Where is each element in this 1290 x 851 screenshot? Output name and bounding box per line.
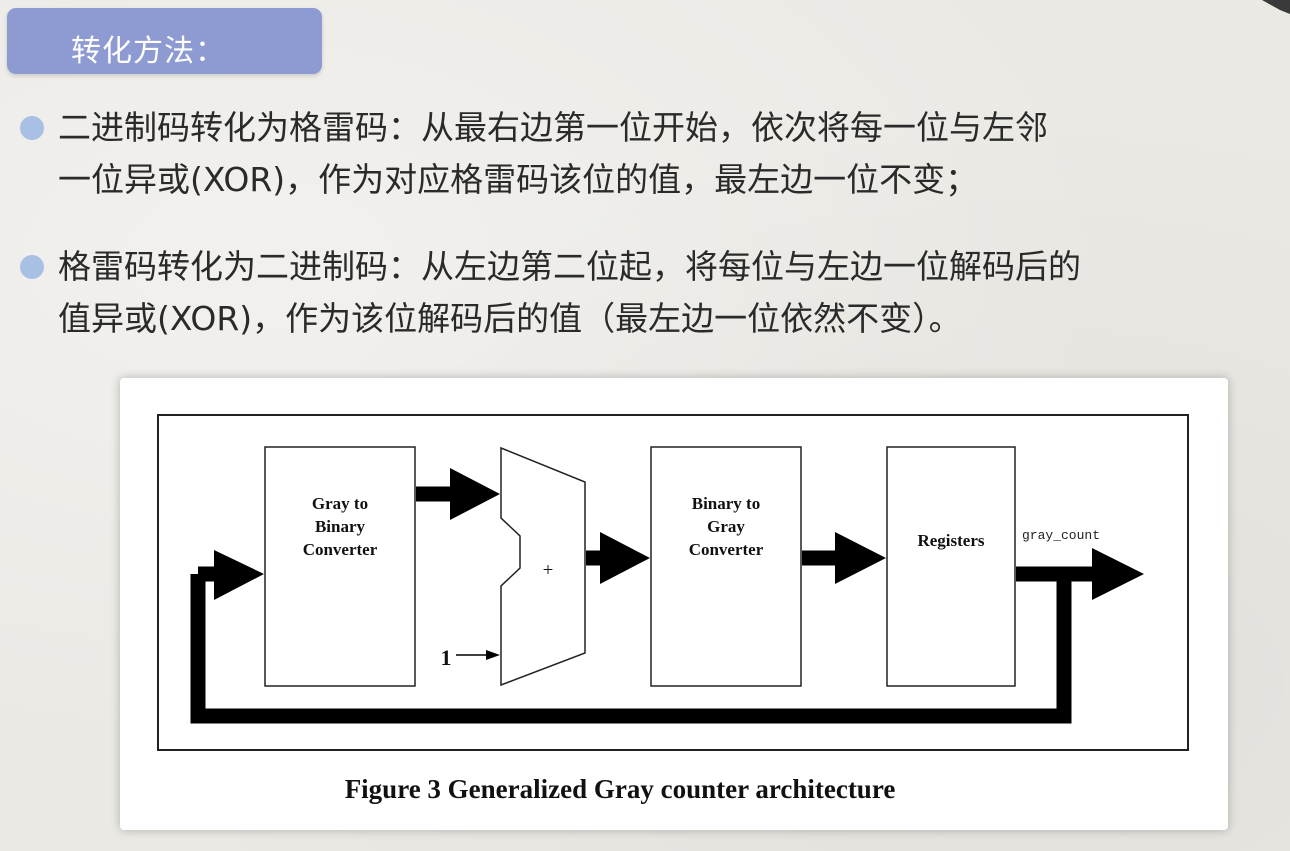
gray-to-binary-converter-block <box>264 446 416 687</box>
figure-frame: Gray to Binary Converter + 1 Binary to G… <box>120 378 1228 830</box>
gray-counter-diagram: Gray to Binary Converter + 1 Binary to G… <box>157 414 1189 804</box>
bullet-gray-to-binary: 格雷码转化为二进制码：从左边第二位起，将每位与左边一位解码后的 值异或(XOR)… <box>20 241 1282 345</box>
bullet-line: 格雷码转化为二进制码：从左边第二位起，将每位与左边一位解码后的 <box>58 247 1081 286</box>
block-label: Binary to <box>692 494 760 513</box>
block-label: Gray to <box>312 494 368 513</box>
corner-decoration <box>1262 0 1290 14</box>
block-label: Binary <box>315 517 366 536</box>
block-label: Gray <box>707 517 745 536</box>
output-label: gray_count <box>1022 528 1100 543</box>
adder-to-b2g-arrowhead <box>600 532 650 584</box>
block-label: Registers <box>917 531 984 550</box>
registers-block <box>886 446 1016 687</box>
adder-symbol: + <box>543 560 554 581</box>
constant-input-arrowhead <box>486 650 500 660</box>
slide-title: 转化方法： <box>71 34 226 69</box>
block-label: Converter <box>689 540 764 559</box>
b2g-to-registers-arrowhead <box>835 532 886 584</box>
bullet-line: 值异或(XOR)，作为该位解码后的值（最左边一位依然不变）。 <box>58 299 962 338</box>
output-arrowhead <box>1092 548 1144 600</box>
figure-caption: Figure 3 Generalized Gray counter archit… <box>345 774 896 804</box>
bullet-line: 一位异或(XOR)，作为对应格雷码该位的值，最左边一位不变； <box>58 160 979 199</box>
bullet-dot-icon <box>20 116 44 140</box>
g2b-to-adder-arrowhead <box>450 468 500 520</box>
block-label: Converter <box>303 540 378 559</box>
bullet-binary-to-gray: 二进制码转化为格雷码：从最右边第一位开始，依次将每一位与左邻 一位异或(XOR)… <box>20 102 1282 206</box>
binary-to-gray-converter-block <box>650 446 802 687</box>
constant-input-label: 1 <box>441 645 452 670</box>
title-banner: 转化方法： <box>7 8 322 74</box>
bullet-dot-icon <box>20 255 44 279</box>
feedback-arrowhead <box>214 550 264 600</box>
bullet-line: 二进制码转化为格雷码：从最右边第一位开始，依次将每一位与左邻 <box>58 108 1048 147</box>
